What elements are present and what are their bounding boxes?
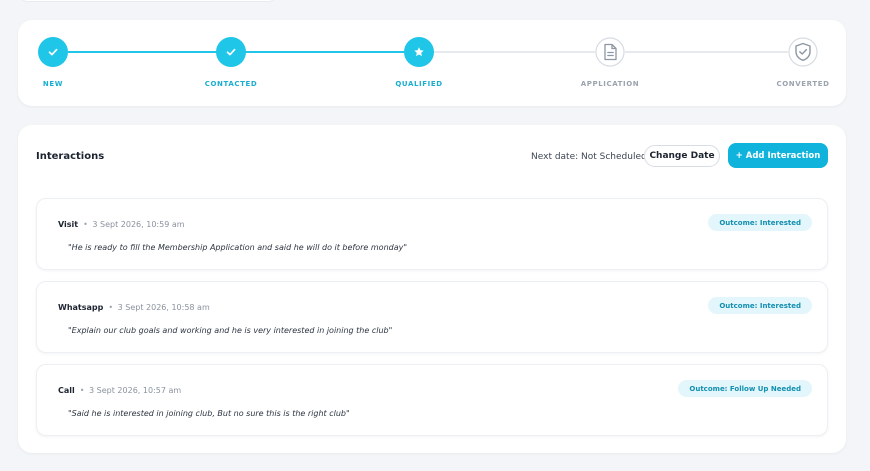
interaction-header: Whatsapp • 3 Sept 2026, 10:58 am bbox=[58, 303, 210, 312]
stage-label: QUALIFIED bbox=[395, 80, 443, 88]
top-tab bbox=[20, 0, 276, 2]
interaction-note: "Said he is interested in joining club, … bbox=[68, 409, 350, 418]
separator-dot: • bbox=[83, 220, 88, 229]
interaction-type: Call bbox=[58, 386, 75, 395]
stage-contacted[interactable]: CONTACTED bbox=[186, 37, 276, 88]
interaction-time: 3 Sept 2026, 10:58 am bbox=[117, 303, 210, 312]
add-interaction-button[interactable]: + Add Interaction bbox=[728, 143, 828, 168]
interaction-time: 3 Sept 2026, 10:59 am bbox=[92, 220, 185, 229]
interaction-item[interactable]: Whatsapp • 3 Sept 2026, 10:58 am "Explain… bbox=[36, 281, 828, 353]
interaction-item[interactable]: Call • 3 Sept 2026, 10:57 am "Said he is … bbox=[36, 364, 828, 436]
stage-qualified[interactable]: QUALIFIED bbox=[374, 37, 464, 88]
next-date-text: Next date: Not Scheduled bbox=[531, 152, 647, 162]
change-date-button[interactable]: Change Date bbox=[644, 145, 720, 167]
stage-label: CONVERTED bbox=[776, 80, 830, 88]
stage-new[interactable]: NEW bbox=[8, 37, 98, 88]
stage-application[interactable]: APPLICATION bbox=[565, 37, 655, 88]
interactions-title: Interactions bbox=[36, 151, 105, 162]
stage-converted[interactable]: CONVERTED bbox=[758, 37, 848, 88]
separator-dot: • bbox=[79, 386, 85, 395]
stage-label: NEW bbox=[42, 80, 64, 88]
interaction-note: "He is ready to fill the Membership Appl… bbox=[68, 243, 408, 252]
stage-label: APPLICATION bbox=[580, 80, 640, 88]
shield-check-icon bbox=[788, 37, 818, 67]
interaction-item[interactable]: Visit • 3 Sept 2026, 10:59 am "He is read… bbox=[36, 198, 828, 270]
interaction-header: Call • 3 Sept 2026, 10:57 am bbox=[58, 386, 181, 395]
outcome-badge: Outcome: Interested bbox=[708, 297, 812, 314]
check-icon bbox=[216, 37, 246, 67]
pipeline-card: NEW CONTACTED QUALIFIED APPLICATION CONV… bbox=[18, 20, 846, 106]
outcome-badge: Outcome: Follow Up Needed bbox=[678, 380, 812, 397]
interaction-header: Visit • 3 Sept 2026, 10:59 am bbox=[58, 220, 185, 229]
interaction-note: "Explain our club goals and working and … bbox=[68, 326, 393, 335]
outcome-badge: Outcome: Interested bbox=[708, 214, 812, 231]
star-icon bbox=[404, 37, 434, 67]
separator-dot: • bbox=[108, 303, 114, 312]
interaction-time: 3 Sept 2026, 10:57 am bbox=[89, 386, 182, 395]
interactions-card: Interactions Next date: Not Scheduled Ch… bbox=[18, 125, 846, 453]
interaction-type: Visit bbox=[58, 220, 79, 229]
interaction-type: Whatsapp bbox=[58, 303, 104, 312]
check-icon bbox=[38, 37, 68, 67]
document-icon bbox=[595, 37, 625, 67]
stage-label: CONTACTED bbox=[204, 80, 258, 88]
